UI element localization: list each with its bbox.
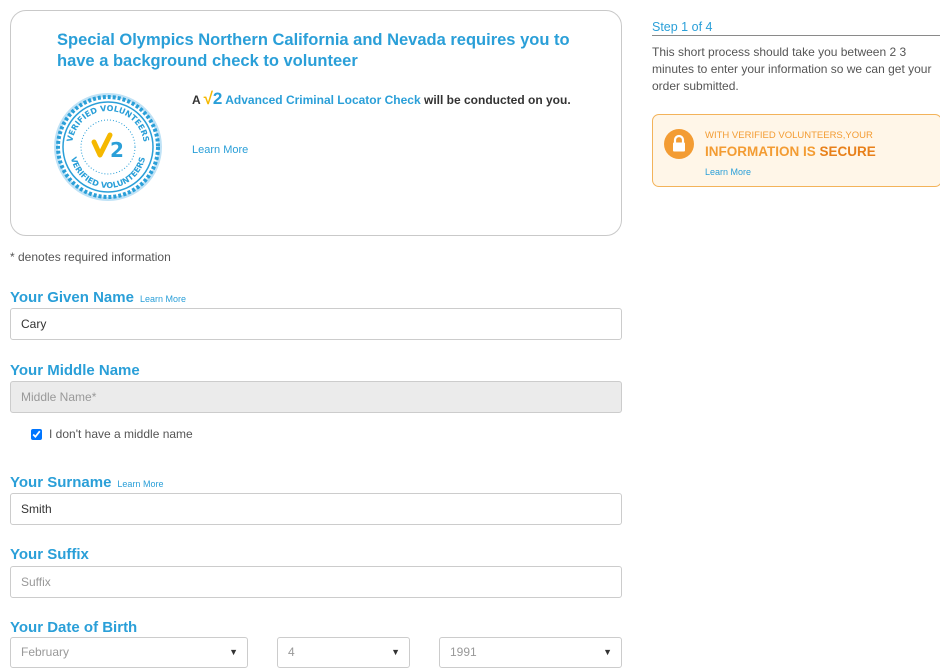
verified-volunteers-seal-icon: VERIFIED VOLUNTEERS VERIFIED VOLUNTEERS … <box>54 93 162 201</box>
dob-day-select[interactable]: 4 ▼ <box>277 637 410 668</box>
caret-down-icon: ▼ <box>603 647 612 657</box>
secure-text-line1: WITH VERIFIED VOLUNTEERS,YOUR <box>705 130 873 141</box>
dob-month-value: February <box>21 645 70 659</box>
secure-learn-more-link[interactable]: Learn More <box>705 167 751 177</box>
step-description: This short process should take you betwe… <box>652 45 932 93</box>
surname-label: Your Surname Learn More <box>10 474 164 491</box>
no-middle-name-label: I don't have a middle name <box>49 427 193 441</box>
suffix-label: Your Suffix <box>10 546 89 563</box>
svg-text:2: 2 <box>110 138 124 162</box>
dob-year-select[interactable]: 1991 ▼ <box>439 637 622 668</box>
secure-text-line2: INFORMATION IS SECURE <box>705 144 876 159</box>
surname-learn-more-link[interactable]: Learn More <box>117 479 163 489</box>
middle-name-label: Your Middle Name <box>10 362 140 379</box>
suffix-input[interactable] <box>10 566 622 598</box>
given-name-label: Your Given Name Learn More <box>10 289 186 306</box>
intro-card: Special Olympics Northern California and… <box>10 10 622 236</box>
intro-title: Special Olympics Northern California and… <box>57 31 570 70</box>
dob-day-value: 4 <box>288 645 295 659</box>
dob-year-value: 1991 <box>450 645 477 659</box>
caret-down-icon: ▼ <box>229 647 238 657</box>
middle-name-input[interactable] <box>10 381 622 413</box>
given-name-input[interactable] <box>10 308 622 340</box>
dob-label: Your Date of Birth <box>10 619 138 636</box>
check-description: A √2 Advanced Criminal Locator Check wil… <box>192 89 571 108</box>
required-note: * denotes required information <box>10 250 171 264</box>
caret-down-icon: ▼ <box>391 647 400 657</box>
no-middle-name-option[interactable]: I don't have a middle name <box>31 427 193 441</box>
secure-info-box: WITH VERIFIED VOLUNTEERS,YOUR INFORMATIO… <box>652 114 940 187</box>
v2-logo: √2 <box>203 89 223 108</box>
step-indicator: Step 1 of 4 <box>652 20 940 36</box>
no-middle-name-checkbox[interactable] <box>31 428 42 440</box>
lock-icon <box>664 129 694 159</box>
intro-learn-more-link[interactable]: Learn More <box>192 144 248 156</box>
surname-input[interactable] <box>10 493 622 525</box>
dob-month-select[interactable]: February ▼ <box>10 637 248 668</box>
given-name-learn-more-link[interactable]: Learn More <box>140 294 186 304</box>
